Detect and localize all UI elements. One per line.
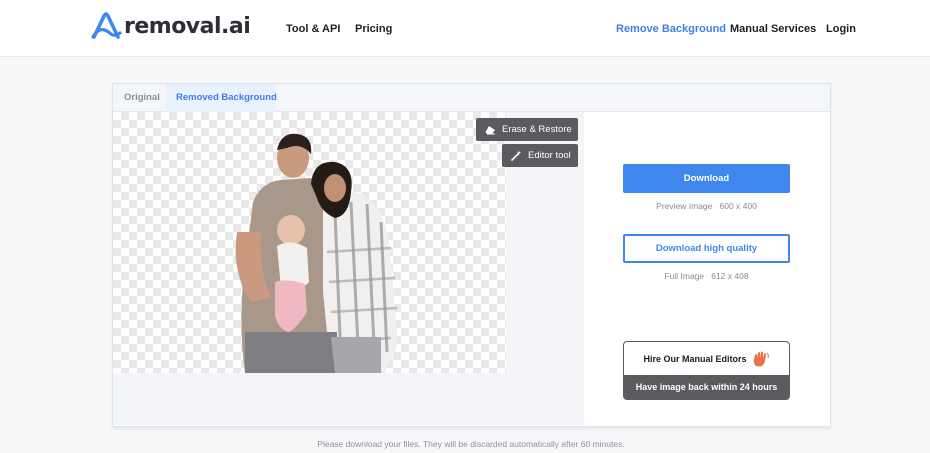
tab-removed-background[interactable]: Removed Background (166, 84, 277, 112)
manual-editors-title: Hire Our Manual Editors (643, 353, 747, 364)
preview-image-label: Preview Image (656, 201, 713, 211)
logo[interactable]: removal.ai (91, 11, 251, 41)
download-high-quality-button[interactable]: Download high quality (623, 234, 790, 263)
nav-manual-services[interactable]: Manual Services (730, 23, 816, 35)
manual-editors-subtitle: Have image back within 24 hours (624, 375, 789, 399)
magic-wand-icon (511, 150, 522, 161)
logo-text: removal.ai (124, 13, 251, 39)
waving-hand-icon (752, 350, 770, 367)
result-card: Original Removed Background Erase & Rest… (112, 83, 831, 427)
image-preview-area: Erase & Restore Editor tool (113, 112, 584, 425)
top-navbar: removal.ai Tool & API Pricing Remove Bac… (0, 0, 930, 57)
hire-manual-editors-card[interactable]: Hire Our Manual Editors Have image back … (623, 341, 790, 400)
nav-pricing[interactable]: Pricing (355, 23, 392, 35)
erase-restore-button[interactable]: Erase & Restore (476, 118, 578, 141)
nav-login[interactable]: Login (826, 23, 856, 35)
result-image (231, 132, 403, 378)
preview-image-size: 600 x 400 (719, 201, 757, 211)
eraser-icon (485, 125, 496, 135)
removal-logo-icon (91, 12, 123, 40)
full-image-label: Full Image (664, 271, 705, 281)
preview-image-info: Preview Image 600 x 400 (623, 201, 790, 211)
full-image-size: 612 x 408 (711, 271, 749, 281)
transparent-canvas (113, 112, 506, 373)
view-tabs: Original Removed Background (113, 84, 830, 112)
download-button[interactable]: Download (623, 164, 790, 193)
full-image-info: Full Image 612 x 408 (623, 271, 790, 281)
discard-notice: Please download your files. They will be… (317, 439, 625, 449)
erase-restore-label: Erase & Restore (502, 124, 572, 135)
manual-editors-header: Hire Our Manual Editors (624, 342, 789, 375)
tab-original[interactable]: Original (114, 84, 170, 112)
editor-tool-label: Editor tool (528, 150, 571, 161)
nav-remove-background[interactable]: Remove Background (616, 23, 726, 35)
editor-tool-button[interactable]: Editor tool (502, 144, 578, 167)
nav-tool-api[interactable]: Tool & API (286, 23, 340, 35)
